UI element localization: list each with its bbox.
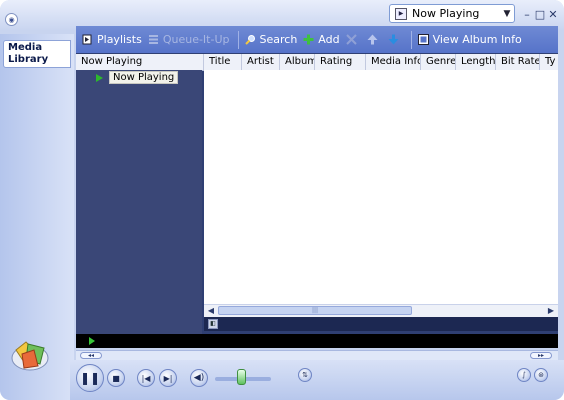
shuffle-icon: ∫: [522, 371, 526, 379]
move-down-icon: [388, 34, 399, 45]
search-icon: [244, 35, 255, 45]
tree-item-now-playing[interactable]: Now Playing: [96, 71, 179, 84]
playlists-button[interactable]: Playlists: [82, 33, 142, 46]
status-bar: [76, 334, 558, 348]
close-icon[interactable]: ✕: [547, 8, 559, 21]
media-library-tab-line2: Library: [8, 54, 49, 65]
now-playing-icon: ▶: [395, 7, 407, 20]
column-header-bit-rate[interactable]: Bit Rate: [496, 54, 540, 70]
next-icon: ▶|: [163, 373, 173, 383]
scroll-left-icon[interactable]: ◀: [205, 305, 217, 317]
shuffle-button[interactable]: ∫: [517, 368, 531, 382]
pause-button[interactable]: ❚❚: [76, 364, 104, 392]
column-header-type[interactable]: Ty: [540, 54, 558, 70]
speaker-icon: ◀): [193, 373, 205, 383]
pause-icon: ❚❚: [79, 371, 101, 385]
column-header-title[interactable]: Title: [204, 54, 242, 70]
column-header-media-info[interactable]: Media Info: [366, 54, 421, 70]
toolbar-separator: [237, 30, 239, 49]
tree-item-label: Now Playing: [109, 71, 179, 84]
chevron-down-icon: ▼: [503, 8, 511, 19]
view-album-info-button[interactable]: View Album Info: [417, 33, 522, 46]
rewind-icon[interactable]: ◂◂: [80, 352, 102, 359]
scrollbar-thumb[interactable]: |||: [218, 306, 412, 315]
media-library-tab[interactable]: Media Library: [3, 40, 71, 68]
toolbar-separator: [410, 30, 412, 49]
playlists-icon: [82, 34, 92, 45]
play-icon: [96, 73, 103, 82]
add-button[interactable]: Add: [303, 33, 340, 46]
media-player-logo-icon: [11, 341, 49, 371]
player-window: ◉ ▶ Now Playing ▼ – □ ✕ Media Library Pl…: [0, 0, 564, 400]
equalizer-button[interactable]: ⇅: [298, 368, 312, 382]
volume-slider-thumb[interactable]: [237, 369, 246, 385]
track-list[interactable]: [204, 70, 558, 304]
system-menu-button[interactable]: ◉: [5, 13, 18, 26]
column-header-rating[interactable]: Rating: [315, 54, 366, 70]
queue-icon: [148, 35, 158, 44]
list-info-bar: ◧: [204, 317, 558, 331]
move-down-button[interactable]: [388, 34, 403, 45]
mute-button[interactable]: ◀): [190, 369, 208, 387]
previous-icon: |◀: [141, 373, 151, 383]
search-label: Search: [259, 33, 298, 46]
album-info-icon: [417, 34, 429, 45]
add-label: Add: [318, 33, 340, 46]
stop-icon: ■: [112, 373, 120, 383]
library-toolbar: Playlists Queue-It-Up Search Add View Al…: [76, 26, 558, 53]
horizontal-scrollbar[interactable]: ◀ ||| ▶: [204, 304, 558, 317]
previous-button[interactable]: |◀: [137, 369, 155, 387]
stop-button[interactable]: ■: [107, 369, 125, 387]
now-playing-select-label: Now Playing: [412, 7, 480, 20]
fast-forward-icon[interactable]: ▸▸: [530, 352, 552, 359]
playlist-tree: Now Playing: [76, 70, 202, 334]
move-up-icon: [367, 34, 378, 45]
pane-toggle-icon[interactable]: ◧: [208, 319, 218, 329]
skin-mode-icon: ⊛: [538, 371, 544, 379]
delete-icon: [345, 34, 357, 45]
media-library-tab-line1: Media: [8, 42, 43, 53]
move-up-button[interactable]: [367, 34, 382, 45]
tree-header[interactable]: Now Playing: [76, 54, 204, 70]
view-album-info-label: View Album Info: [432, 33, 522, 46]
delete-button[interactable]: [345, 34, 361, 45]
next-button[interactable]: ▶|: [159, 369, 177, 387]
scroll-right-icon[interactable]: ▶: [545, 305, 557, 317]
minimize-icon[interactable]: –: [521, 8, 533, 21]
column-header-row: Now Playing Title Artist Album Rating Me…: [76, 54, 558, 71]
add-icon: [303, 34, 314, 45]
equalizer-icon: ⇅: [302, 371, 308, 379]
column-header-album[interactable]: Album: [280, 54, 315, 70]
playlists-label: Playlists: [97, 33, 142, 46]
queue-it-up-button[interactable]: Queue-It-Up: [148, 33, 230, 46]
maximize-icon[interactable]: □: [534, 8, 546, 21]
column-header-genre[interactable]: Genre: [421, 54, 456, 70]
column-header-artist[interactable]: Artist: [242, 54, 280, 70]
search-button[interactable]: Search: [244, 33, 298, 46]
play-status-icon: [89, 337, 95, 345]
now-playing-dropdown[interactable]: ▶ Now Playing ▼: [389, 4, 515, 23]
queue-it-up-label: Queue-It-Up: [162, 33, 230, 46]
column-header-length[interactable]: Length: [456, 54, 496, 70]
skin-mode-button[interactable]: ⊛: [534, 368, 548, 382]
